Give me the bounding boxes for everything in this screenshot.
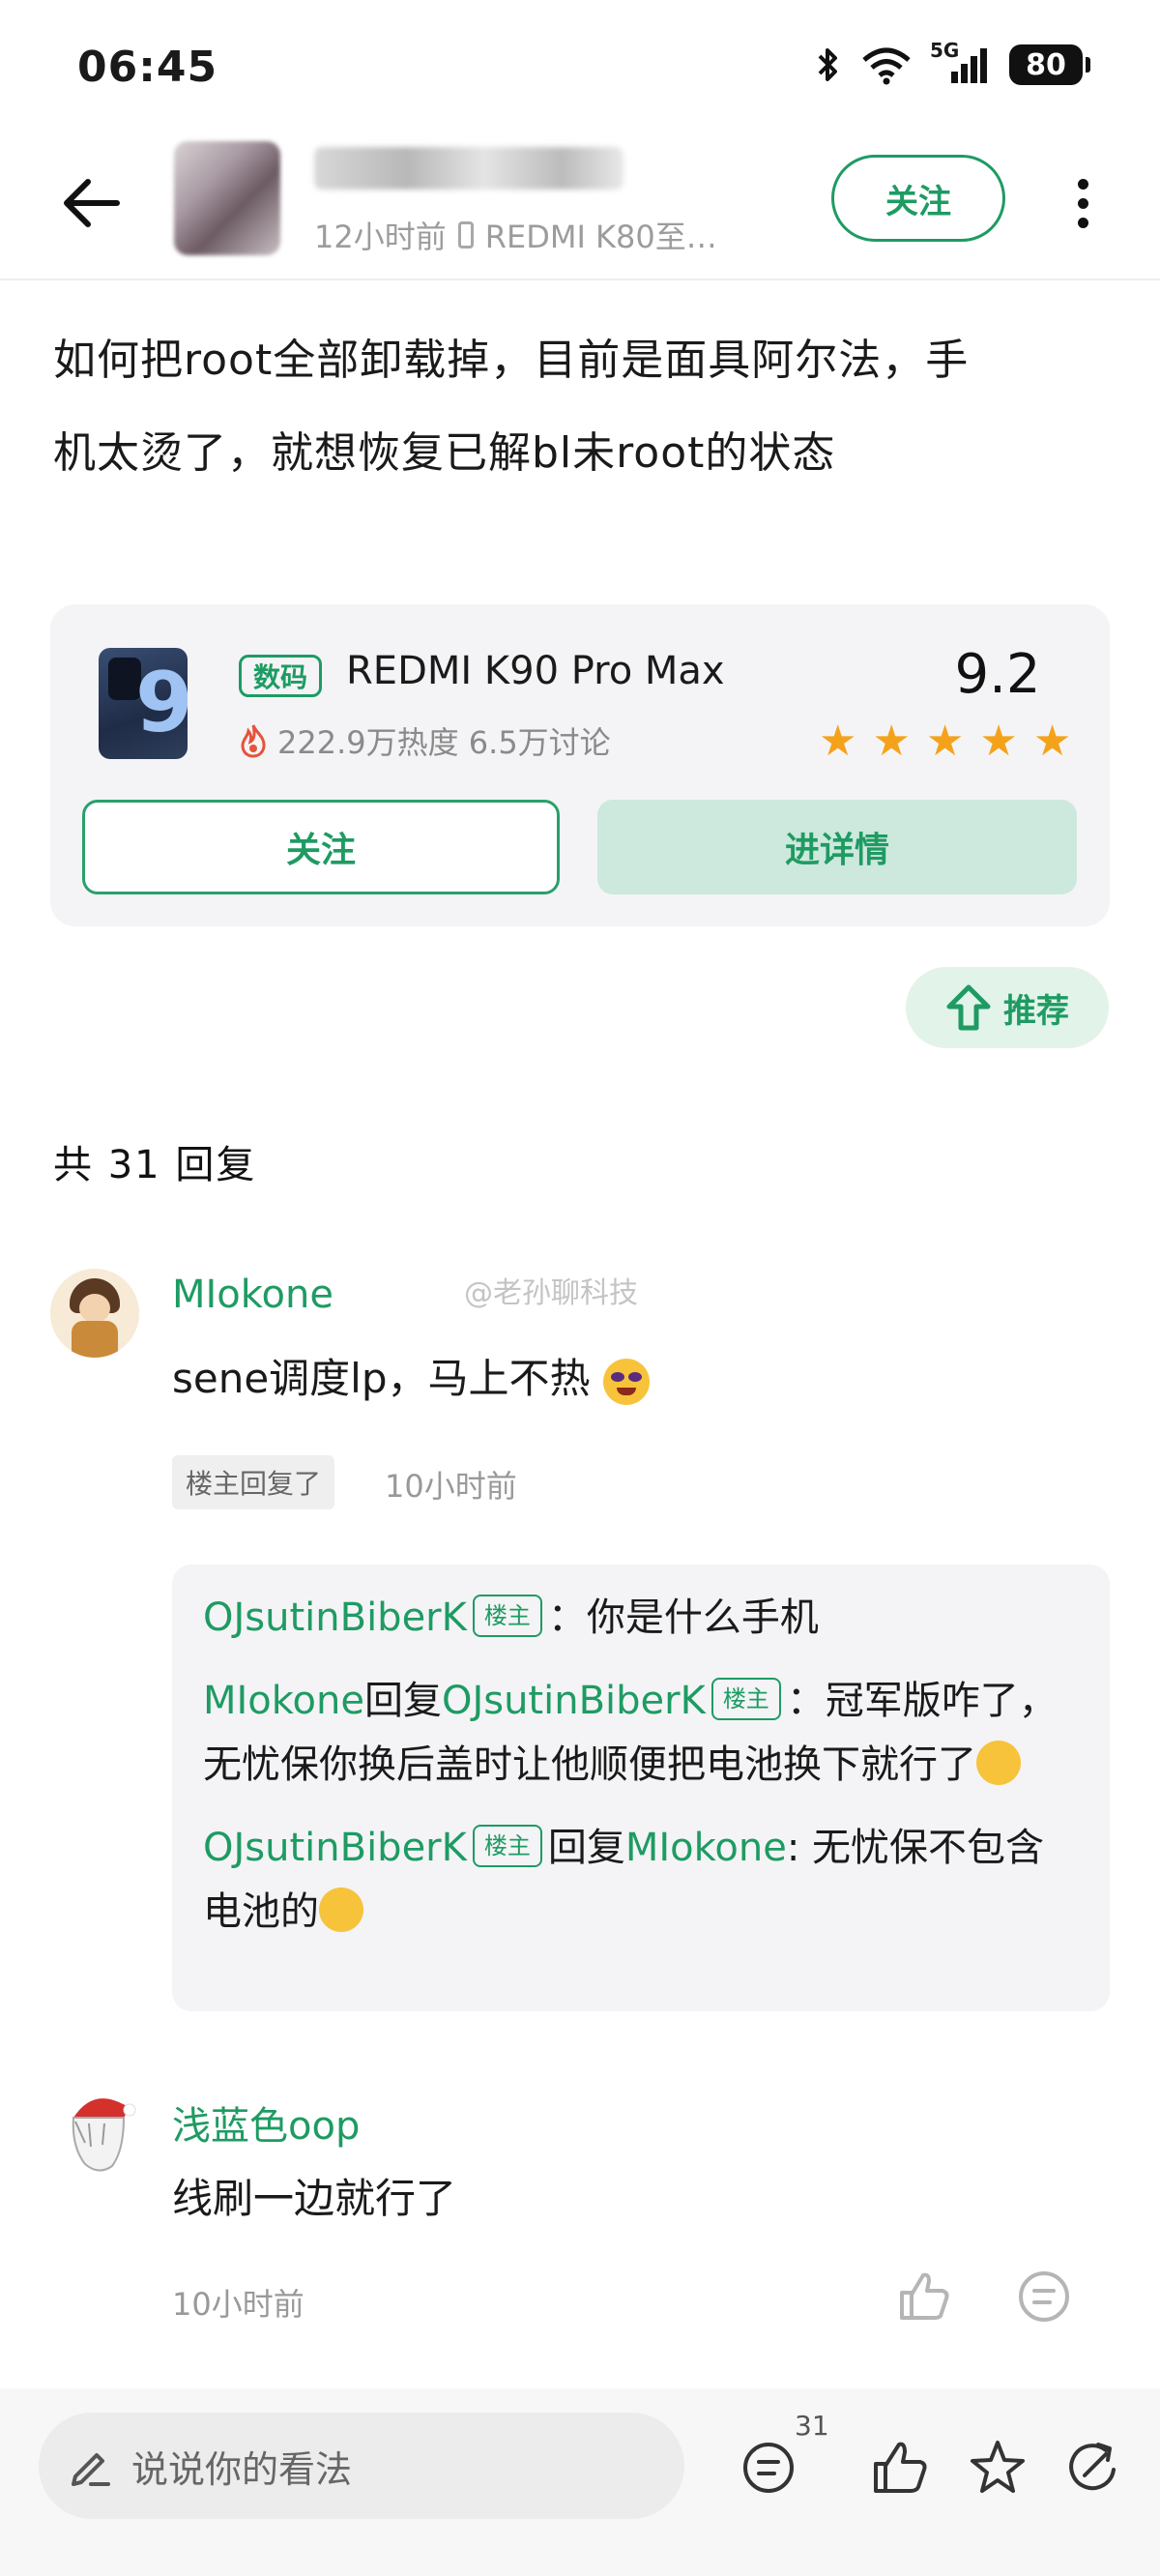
reply-word: 回复	[547, 1826, 625, 1870]
wifi-icon	[862, 47, 911, 85]
rating-stars: ★ ★ ★ ★ ★	[819, 720, 1071, 763]
commenter-avatar[interactable]	[56, 2089, 139, 2178]
more-options-button[interactable]	[1063, 164, 1102, 242]
sub-reply[interactable]: MIokone回复OJsutinBiberK 楼主 ：冠军版咋了，无忧保你换后盖时让…	[203, 1669, 1079, 1797]
author-meta: 12小时前 REDMI K80至…	[314, 213, 717, 257]
comment-text-body: sene调度lp，马上不热	[172, 1355, 591, 1402]
product-name: REDMI K90 Pro Max	[346, 649, 725, 693]
op-tag: 楼主	[710, 1678, 781, 1720]
recommend-label: 推荐	[1003, 991, 1069, 1031]
product-stats: 222.9万热度 6.5万讨论	[239, 718, 611, 763]
signal-icon: 5G	[930, 39, 992, 85]
star-icon: ★	[979, 717, 1018, 766]
author-name[interactable]	[314, 147, 624, 190]
favorite-star-icon[interactable]	[967, 2437, 1029, 2499]
op-tag: 楼主	[472, 1595, 542, 1637]
post-body: 如何把root全部卸载掉，目前是面具阿尔法，手 机太烫了，就想恢复已解bl未ro…	[53, 314, 1116, 500]
product-score: 9.2	[954, 643, 1041, 706]
op-replied-badge: 楼主回复了	[172, 1455, 335, 1509]
commenter-avatar[interactable]	[50, 1269, 139, 1358]
follow-product-button[interactable]: 关注	[82, 800, 560, 894]
reply-target[interactable]: MIokone	[625, 1826, 787, 1870]
product-image: 9	[99, 648, 188, 759]
product-stats-text: 222.9万热度 6.5万讨论	[277, 724, 611, 761]
sub-reply[interactable]: OJsutinBiberK 楼主 回复MIokone: 无忧保不包含电池的	[203, 1816, 1079, 1944]
comment-icon[interactable]	[1015, 2268, 1073, 2326]
watermark: @老孙聊科技	[464, 1276, 638, 1310]
bluetooth-icon	[818, 48, 837, 81]
commenter-name[interactable]: MIokone	[172, 1273, 334, 1317]
reply-word: 回复	[363, 1679, 442, 1723]
reply-author[interactable]: OJsutinBiberK	[203, 1826, 467, 1870]
comment-time: 10小时前	[385, 1468, 517, 1505]
post-text-line-2: 机太烫了，就想恢复已解bl未root的状态	[53, 428, 836, 478]
follow-author-button[interactable]: 关注	[831, 155, 1005, 242]
sub-reply[interactable]: OJsutinBiberK 楼主 ：你是什么手机	[203, 1586, 1079, 1650]
pen-icon	[72, 2453, 110, 2486]
star-icon: ★	[925, 717, 965, 766]
product-category-tag: 数码	[239, 655, 323, 697]
laugh-cry-emoji-icon	[976, 1741, 1021, 1785]
star-icon: ★	[872, 717, 911, 766]
reply-count: 共 31 回复	[53, 1143, 257, 1187]
sub-replies[interactable]: OJsutinBiberK 楼主 ：你是什么手机 MIokone回复OJsutinB…	[172, 1565, 1110, 2011]
back-button[interactable]	[53, 164, 130, 242]
comment-count: 31	[795, 2410, 829, 2442]
back-arrow-icon	[64, 179, 120, 227]
more-icon	[1077, 178, 1088, 190]
thumb-up-icon[interactable]	[868, 2437, 930, 2499]
comment-text: sene调度lp，马上不热	[172, 1346, 650, 1405]
bottom-bar: 说说你的看法 31	[0, 2388, 1160, 2576]
post-text-line-1: 如何把root全部卸载掉，目前是面具阿尔法，手	[53, 336, 970, 385]
status-time: 06:45	[77, 43, 218, 92]
comment-input[interactable]: 说说你的看法	[39, 2413, 684, 2519]
recommend-button[interactable]: 推荐	[906, 967, 1109, 1048]
battery-indicator: 80	[1009, 44, 1090, 85]
share-icon[interactable]	[1063, 2437, 1125, 2499]
comment-text: 线刷一边就行了	[172, 2175, 457, 2222]
reply-text: ：你是什么手机	[547, 1595, 819, 1640]
reply-target[interactable]: OJsutinBiberK	[442, 1679, 706, 1723]
comment-icon[interactable]	[740, 2437, 801, 2499]
status-bar: 06:45 5G 80	[0, 0, 1160, 135]
status-icons: 5G 80	[814, 39, 1090, 85]
fire-icon	[241, 724, 266, 758]
product-detail-button[interactable]: 进详情	[597, 800, 1077, 894]
commenter-name[interactable]: 浅蓝色oop	[172, 2094, 360, 2151]
post-header: 12小时前 REDMI K80至… 关注	[0, 135, 1160, 280]
author-avatar[interactable]	[174, 141, 280, 255]
op-tag: 楼主	[472, 1825, 542, 1867]
comment-time: 10小时前	[172, 2286, 304, 2323]
thumb-up-icon[interactable]	[894, 2268, 952, 2326]
post-time: 12小时前	[314, 219, 447, 255]
post-device: REDMI K80至…	[484, 219, 717, 255]
thinking-emoji-icon	[319, 1888, 363, 1932]
reply-author[interactable]: MIokone	[203, 1679, 364, 1723]
product-card[interactable]: 9 数码 REDMI K90 Pro Max 222.9万热度 6.5万讨论 9…	[50, 604, 1110, 926]
reply-author[interactable]: OJsutinBiberK	[203, 1595, 467, 1640]
sunglasses-emoji-icon	[602, 1358, 650, 1405]
comment-input-placeholder: 说说你的看法	[131, 2447, 353, 2491]
star-icon: ★	[1032, 717, 1072, 766]
phone-icon	[457, 221, 474, 249]
arrow-up-icon	[946, 984, 991, 1031]
star-icon: ★	[819, 717, 857, 766]
